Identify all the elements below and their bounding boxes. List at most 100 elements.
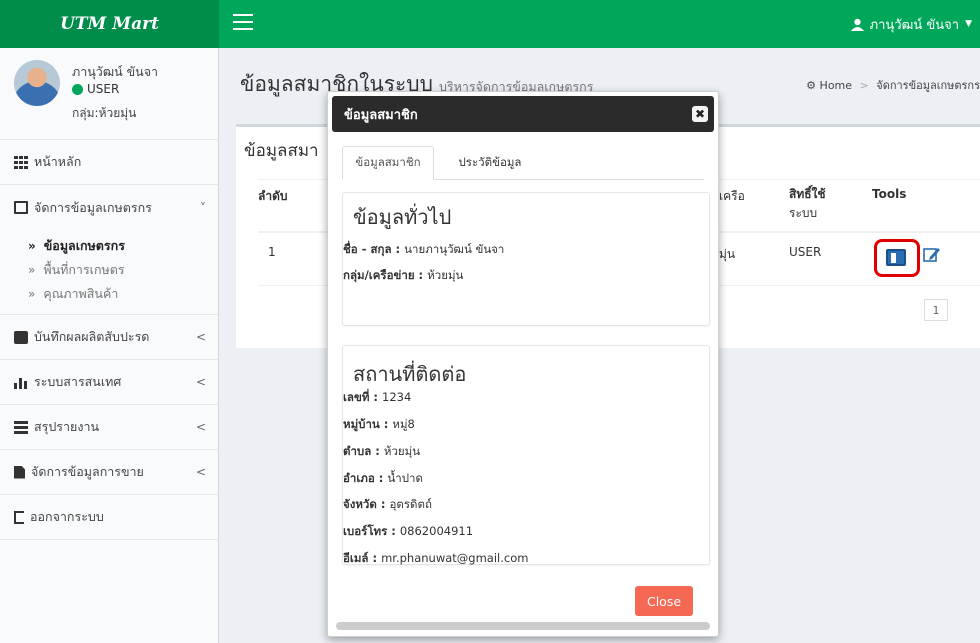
dashboard-icon: ⚙ — [806, 79, 817, 92]
pagination-page-1[interactable]: 1 — [924, 299, 948, 321]
user-status: USER — [72, 82, 119, 96]
group-label: กลุ่ม/เครือข่าย : — [343, 268, 428, 282]
modal-title: ข้อมูลสมาชิก — [344, 107, 418, 123]
sidebar-item-label: บันทึกผลผลิตสับปะรด — [34, 329, 150, 344]
contact-panel: สถานที่ติดต่อ เลขที่ : 1234 หมู่บ้าน : ห… — [342, 345, 710, 565]
archive-icon — [14, 330, 28, 344]
avatar — [14, 60, 60, 106]
chevron-left-icon: < — [195, 420, 206, 434]
user-role: USER — [87, 82, 120, 96]
tab-history[interactable]: ประวัติข้อมูล — [450, 146, 530, 180]
view-details-button[interactable] — [874, 239, 920, 277]
cell-network: มุ่น — [719, 247, 736, 261]
user-group: กลุ่ม:ห้วยมุ่น — [72, 106, 137, 120]
modal-header: ข้อมูลสมาชิก ✖ — [332, 96, 714, 132]
contact-label: เบอร์โทร : — [343, 524, 400, 538]
contact-label: ตำบล : — [343, 444, 384, 458]
group-row: กลุ่ม/เครือข่าย : ห้วยมุ่น — [343, 267, 463, 285]
sidebar-item-sales[interactable]: จัดการข้อมูลการขาย < — [0, 450, 218, 495]
bar-chart-icon — [14, 375, 28, 389]
breadcrumb: ⚙ Home > จัดการข้อมูลเกษตรกร — [806, 76, 980, 94]
contact-value: หมู่8 — [392, 417, 415, 431]
double-angle-right-icon: » — [28, 239, 36, 253]
chevron-down-icon: ˅ — [200, 200, 206, 215]
general-info-heading: ข้อมูลทั่วไป — [353, 205, 452, 229]
user-name: ภานุวัฒน์ ขันจา — [72, 64, 159, 79]
close-button[interactable]: Close — [635, 586, 693, 616]
double-angle-right-icon: » — [28, 287, 36, 301]
app-logo[interactable]: UTM Mart — [0, 0, 219, 48]
sign-out-icon — [14, 510, 24, 524]
contact-value: อุตรดิตถ์ — [389, 497, 432, 511]
chevron-left-icon: < — [195, 465, 206, 479]
hamburger-menu-icon[interactable] — [233, 14, 253, 32]
cell-order: 1 — [268, 245, 276, 259]
member-info-modal: ข้อมูลสมาชิก ✖ ข้อมูลสมาชิก ประวัติข้อมู… — [327, 91, 719, 637]
contact-value: น้ำปาด — [387, 471, 423, 485]
file-icon — [14, 465, 25, 479]
sidebar-item-pineapple-yield[interactable]: บันทึกผลผลิตสับปะรด < — [0, 315, 218, 360]
double-angle-right-icon: » — [28, 263, 36, 277]
name-row: ชื่อ - สกุล : นายภานุวัฒน์ ขันจา — [343, 241, 504, 259]
sidebar-item-logout[interactable]: ออกจากระบบ — [0, 495, 218, 540]
form-icon — [14, 201, 28, 214]
grid-icon — [14, 155, 28, 169]
online-status-icon — [72, 83, 83, 95]
chevron-left-icon: < — [195, 330, 206, 344]
breadcrumb-home[interactable]: Home — [820, 79, 852, 92]
group-value: ห้วยมุ่น — [427, 268, 464, 282]
breadcrumb-separator: > — [859, 79, 869, 92]
sidebar-item-farmer-management[interactable]: จัดการข้อมูลเกษตรกร ˅ — [0, 185, 218, 230]
contact-label: อีเมล์ : — [343, 551, 382, 565]
contact-row-subdistrict: ตำบล : ห้วยมุ่น — [343, 443, 420, 461]
column-header-rights: สิทธิ์ใช้ ระบบ — [789, 185, 826, 223]
contact-heading: สถานที่ติดต่อ — [353, 362, 467, 386]
user-icon — [850, 18, 864, 31]
modal-tabs: ข้อมูลสมาชิก ประวัติข้อมูล — [342, 146, 704, 180]
view-details-icon — [886, 249, 906, 266]
column-header-network: เครือ — [719, 189, 745, 203]
sidebar-item-label: สรุปรายงาน — [34, 419, 100, 434]
edit-icon[interactable] — [923, 245, 941, 263]
contact-value: 0862004911 — [399, 524, 474, 538]
sidebar-item-information-system[interactable]: ระบบสารสนเทศ < — [0, 360, 218, 405]
user-menu[interactable]: ภานุวัฒน์ ขันจา ▼ — [850, 0, 972, 48]
contact-value: 1234 — [382, 390, 412, 404]
sidebar-subitem-farmer-data[interactable]: » ข้อมูลเกษตรกร — [0, 234, 218, 258]
contact-value: mr.phanuwat@gmail.com — [381, 551, 529, 565]
sidebar-submenu: » ข้อมูลเกษตรกร » พื้นที่การเกษตร » คุณภ… — [0, 230, 218, 315]
contact-label: หมู่บ้าน : — [343, 417, 393, 431]
sidebar-subitem-label: พื้นที่การเกษตร — [43, 262, 125, 277]
sidebar-item-label: หน้าหลัก — [34, 154, 82, 169]
top-navbar: UTM Mart ภานุวัฒน์ ขันจา ▼ — [0, 0, 980, 48]
contact-row-district: อำเภอ : น้ำปาด — [343, 470, 423, 488]
sidebar-menu: หน้าหลัก จัดการข้อมูลเกษตรกร ˅ » ข้อมูลเ… — [0, 140, 218, 540]
breadcrumb-current: จัดการข้อมูลเกษตรกร — [876, 79, 980, 92]
caret-down-icon: ▼ — [965, 19, 972, 29]
close-icon[interactable]: ✖ — [692, 106, 708, 122]
sidebar-item-reports[interactable]: สรุปรายงาน < — [0, 405, 218, 450]
contact-row-email: อีเมล์ : mr.phanuwat@gmail.com — [343, 550, 528, 568]
contact-label: เลขที่ : — [343, 390, 383, 404]
contact-row-phone: เบอร์โทร : 0862004911 — [343, 523, 473, 541]
horizontal-scrollbar[interactable] — [336, 622, 710, 630]
column-header-order: ลำดับ — [258, 189, 288, 203]
contact-value: ห้วยมุ่น — [383, 444, 421, 458]
sidebar-item-label: ระบบสารสนเทศ — [34, 374, 122, 389]
name-value: นายภานุวัฒน์ ขันจา — [404, 242, 505, 256]
name-label: ชื่อ - สกุล : — [343, 242, 405, 256]
sidebar-subitem-farm-area[interactable]: » พื้นที่การเกษตร — [0, 258, 218, 282]
sidebar-subitem-label: ข้อมูลเกษตรกร — [43, 238, 125, 253]
chevron-left-icon: < — [195, 375, 206, 389]
cell-rights: USER — [789, 245, 822, 259]
tab-member-info[interactable]: ข้อมูลสมาชิก — [342, 146, 434, 180]
sidebar-item-label: จัดการข้อมูลเกษตรกร — [34, 199, 152, 215]
contact-row-province: จังหวัด : อุตรดิตถ์ — [343, 496, 432, 514]
general-info-panel: ข้อมูลทั่วไป ชื่อ - สกุล : นายภานุวัฒน์ … — [342, 192, 710, 326]
column-header-rights-line1: สิทธิ์ใช้ — [789, 187, 826, 201]
sidebar-item-home[interactable]: หน้าหลัก — [0, 140, 218, 185]
contact-label: จังหวัด : — [343, 497, 390, 511]
user-panel: ภานุวัฒน์ ขันจา USER กลุ่ม:ห้วยมุ่น — [0, 48, 218, 140]
column-header-rights-line2: ระบบ — [789, 206, 818, 220]
sidebar-subitem-product-quality[interactable]: » คุณภาพสินค้า — [0, 282, 218, 306]
